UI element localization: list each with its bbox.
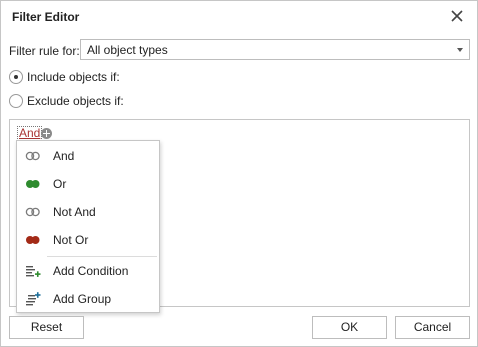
group-operator-menu: And Or Not And Not Or Add Condition Add … xyxy=(16,140,160,313)
close-button[interactable] xyxy=(449,8,465,24)
dialog-title: Filter Editor xyxy=(12,10,80,24)
menu-item-label: Not And xyxy=(53,205,96,219)
include-radio[interactable] xyxy=(9,70,23,84)
menu-item-label: Or xyxy=(53,177,67,191)
cancel-button[interactable]: Cancel xyxy=(395,316,470,339)
menu-item-and[interactable]: And xyxy=(17,142,159,170)
ok-button[interactable]: OK xyxy=(312,316,387,339)
not-or-group-icon xyxy=(26,236,40,244)
exclude-label: Exclude objects if: xyxy=(27,94,124,108)
menu-item-add-condition[interactable]: Add Condition xyxy=(17,257,159,285)
chevron-down-icon xyxy=(457,48,463,52)
menu-item-label: Add Group xyxy=(53,292,112,306)
menu-item-not-or[interactable]: Not Or xyxy=(17,226,159,254)
filter-rule-dropdown[interactable]: All object types xyxy=(80,39,470,60)
add-group-icon xyxy=(26,292,41,306)
filter-rule-value: All object types xyxy=(87,43,168,57)
or-group-icon xyxy=(26,180,40,188)
filter-editor-dialog: Filter Editor Filter rule for: All objec… xyxy=(0,0,478,347)
add-icon[interactable] xyxy=(41,128,52,139)
filter-rule-label: Filter rule for: xyxy=(9,44,80,58)
menu-item-label: Not Or xyxy=(53,233,89,247)
menu-item-not-and[interactable]: Not And xyxy=(17,198,159,226)
include-objects-option[interactable]: Include objects if: xyxy=(9,70,120,84)
menu-item-or[interactable]: Or xyxy=(17,170,159,198)
not-and-group-icon xyxy=(25,207,40,217)
and-group-icon xyxy=(25,151,40,161)
menu-item-add-group[interactable]: Add Group xyxy=(17,285,159,313)
add-condition-icon xyxy=(26,266,41,277)
group-operator-link[interactable]: And xyxy=(17,126,43,141)
menu-item-label: Add Condition xyxy=(53,264,129,278)
include-label: Include objects if: xyxy=(27,70,120,84)
reset-button[interactable]: Reset xyxy=(9,316,84,339)
exclude-objects-option[interactable]: Exclude objects if: xyxy=(9,94,124,108)
menu-item-label: And xyxy=(53,149,75,163)
exclude-radio[interactable] xyxy=(9,94,23,108)
close-icon xyxy=(451,10,463,22)
